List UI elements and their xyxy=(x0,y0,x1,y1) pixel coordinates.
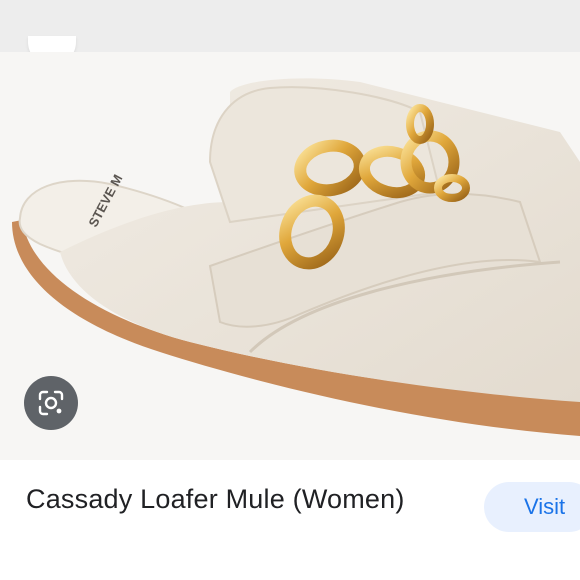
shoe-illustration: STEVE M xyxy=(12,78,580,436)
top-strip xyxy=(0,0,580,52)
lens-button[interactable] xyxy=(24,376,78,430)
visit-button[interactable]: Visit xyxy=(484,482,580,532)
product-image[interactable]: STEVE M xyxy=(0,52,580,460)
lens-search-icon xyxy=(38,390,64,416)
product-title[interactable]: Cassady Loafer Mule (Women) xyxy=(26,484,405,515)
